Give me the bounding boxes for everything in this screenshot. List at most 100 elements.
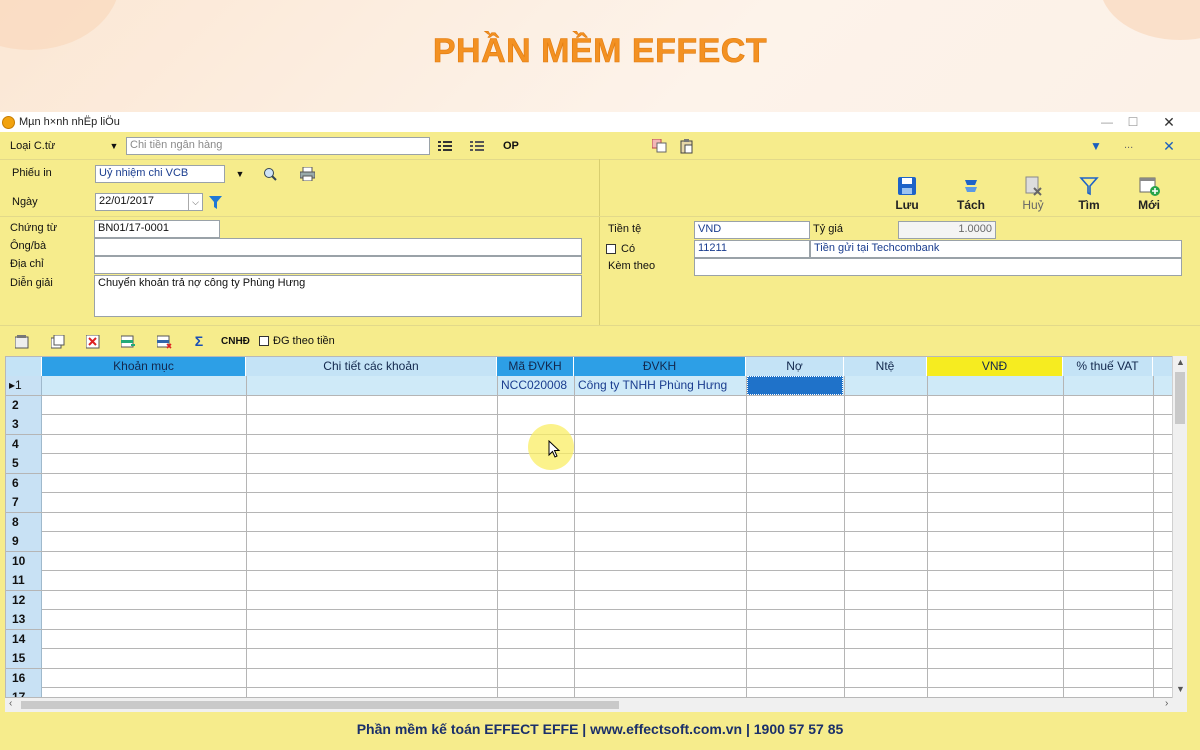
scroll-down-icon[interactable]: ▼ — [1176, 684, 1185, 694]
vertical-scrollbar[interactable]: ▲ ▼ — [1172, 356, 1187, 698]
close-icon[interactable]: ✕ — [1146, 112, 1192, 132]
new-button[interactable]: Mới — [1124, 176, 1174, 212]
horizontal-scroll-thumb[interactable] — [21, 701, 619, 709]
co-checkbox[interactable] — [606, 244, 616, 254]
paste-voucher-icon[interactable] — [679, 138, 695, 154]
row-number[interactable]: 10 — [6, 551, 42, 571]
cancel-button[interactable]: Huỷ — [1008, 176, 1058, 212]
table-row[interactable]: 15 — [6, 649, 1186, 669]
row-number[interactable]: 4 — [6, 434, 42, 454]
table-row[interactable]: 10 — [6, 551, 1186, 571]
col-vnd[interactable]: VNĐ — [927, 357, 1063, 376]
row-number[interactable]: 3 — [6, 415, 42, 434]
add-line-icon[interactable] — [120, 334, 136, 350]
loai-ct-input[interactable]: Chi tiền ngân hàng — [126, 137, 430, 155]
list-icon[interactable] — [437, 138, 453, 154]
table-row[interactable]: 12 — [6, 590, 1186, 610]
phieu-in-dropdown-icon[interactable]: ▼ — [232, 166, 248, 182]
vertical-scroll-thumb[interactable] — [1175, 372, 1185, 424]
copy-voucher-icon[interactable] — [651, 138, 667, 154]
cnhd-button[interactable]: CNHĐ — [221, 336, 250, 347]
col-chi-tiet[interactable]: Chi tiết các khoản — [246, 357, 497, 376]
find-button[interactable]: Tìm — [1064, 176, 1114, 212]
ty-gia-input[interactable]: 1.0000 — [898, 221, 996, 239]
table-row[interactable]: 9 — [6, 532, 1186, 552]
row1-no-selected-cell[interactable] — [747, 376, 843, 395]
co-account-input[interactable]: 11211 — [694, 240, 810, 258]
save-label: Lưu — [895, 198, 919, 212]
row-number[interactable]: ▸1 — [6, 376, 42, 395]
print-icon[interactable] — [299, 166, 315, 182]
table-row[interactable]: 8 — [6, 512, 1186, 532]
table-row[interactable]: 17 — [6, 688, 1186, 697]
row-number[interactable]: 5 — [6, 454, 42, 473]
footer-info: Phần mềm kế toán EFFECT EFFE | www.effec… — [356, 721, 844, 737]
collapse-down-icon[interactable]: ▼ — [1088, 138, 1104, 154]
kem-theo-input[interactable] — [694, 258, 1182, 276]
table-row[interactable]: 3 — [6, 415, 1186, 435]
co-label: Có — [621, 243, 636, 255]
co-account-name: Tiền gửi tại Techcombank — [810, 240, 1182, 258]
date-picker-icon[interactable]: ⌵ — [188, 194, 202, 210]
save-button[interactable]: Lưu — [882, 176, 932, 212]
banner: PHẦN MỀM EFFECT — [0, 0, 1200, 112]
phieu-in-select[interactable]: Uỷ nhiệm chi VCB — [95, 165, 225, 183]
ngay-input[interactable]: 22/01/2017 ⌵ — [95, 193, 203, 211]
row-number[interactable]: 8 — [6, 512, 42, 532]
scroll-up-icon[interactable]: ▲ — [1176, 357, 1185, 367]
table-row[interactable]: 14 — [6, 629, 1186, 649]
row-number[interactable]: 11 — [6, 571, 42, 590]
col-vat[interactable]: % thuế VAT — [1063, 357, 1153, 376]
row1-ma-dvkh[interactable]: NCC020008 — [498, 376, 567, 395]
list-alt-icon[interactable] — [469, 138, 485, 154]
row1-dvkh[interactable]: Công ty TNHH Phùng Hưng — [575, 376, 727, 395]
horizontal-scrollbar[interactable]: ‹ › — [5, 698, 1187, 712]
more-button[interactable]: ... — [1124, 139, 1133, 151]
chung-tu-input[interactable]: BN01/17-0001 — [94, 220, 220, 238]
col-divider — [1063, 376, 1064, 697]
col-nte[interactable]: Ntệ — [844, 357, 927, 376]
col-khoan-muc[interactable]: Khoản mục — [42, 357, 246, 376]
delete-row-icon[interactable] — [85, 334, 101, 350]
row-number[interactable]: 13 — [6, 610, 42, 629]
table-row[interactable]: 2 — [6, 395, 1186, 415]
divider — [0, 216, 1200, 217]
dia-chi-input[interactable] — [94, 256, 582, 274]
table-row[interactable]: 5 — [6, 454, 1186, 474]
scroll-left-icon[interactable]: ‹ — [9, 698, 12, 709]
row-number[interactable]: 16 — [6, 668, 42, 688]
table-row[interactable]: 6 — [6, 473, 1186, 493]
dg-theo-tien-checkbox[interactable] — [259, 336, 269, 346]
col-dvkh[interactable]: ĐVKH — [574, 357, 746, 376]
table-row[interactable]: 7 — [6, 493, 1186, 513]
row-number[interactable]: 7 — [6, 493, 42, 512]
dien-giai-input[interactable]: Chuyển khoản trả nợ công ty Phùng Hưng — [94, 275, 582, 317]
table-row[interactable]: 16 — [6, 668, 1186, 688]
ong-ba-input[interactable] — [94, 238, 582, 256]
tien-te-input[interactable]: VND — [694, 221, 810, 239]
close-form-icon[interactable]: ✕ — [1161, 138, 1177, 154]
filter-icon[interactable] — [207, 194, 223, 210]
col-no[interactable]: Nợ — [746, 357, 844, 376]
row-number[interactable]: 9 — [6, 532, 42, 551]
table-row[interactable]: 4 — [6, 434, 1186, 454]
remove-line-icon[interactable] — [156, 334, 172, 350]
row-number[interactable]: 6 — [6, 473, 42, 493]
dropdown-arrow-icon[interactable]: ▼ — [106, 138, 122, 154]
row-number[interactable]: 12 — [6, 590, 42, 610]
voucher-detail-grid[interactable]: Khoản mục Chi tiết các khoản Mã ĐVKH ĐVK… — [5, 356, 1187, 698]
op-button[interactable]: OP — [503, 140, 519, 152]
preview-icon[interactable] — [262, 166, 278, 182]
copy-row-icon[interactable] — [50, 334, 66, 350]
table-row[interactable]: 13 — [6, 610, 1186, 630]
table-row[interactable]: 11 — [6, 571, 1186, 591]
sum-icon[interactable]: Σ — [191, 333, 207, 349]
scroll-right-icon[interactable]: › — [1165, 698, 1168, 709]
split-button[interactable]: Tách — [946, 176, 996, 212]
insert-row-icon[interactable] — [14, 334, 30, 350]
col-ma-dvkh[interactable]: Mã ĐVKH — [497, 357, 574, 376]
row-number[interactable]: 15 — [6, 649, 42, 668]
row-number[interactable]: 17 — [6, 688, 42, 697]
row-number[interactable]: 2 — [6, 395, 42, 415]
row-number[interactable]: 14 — [6, 629, 42, 649]
